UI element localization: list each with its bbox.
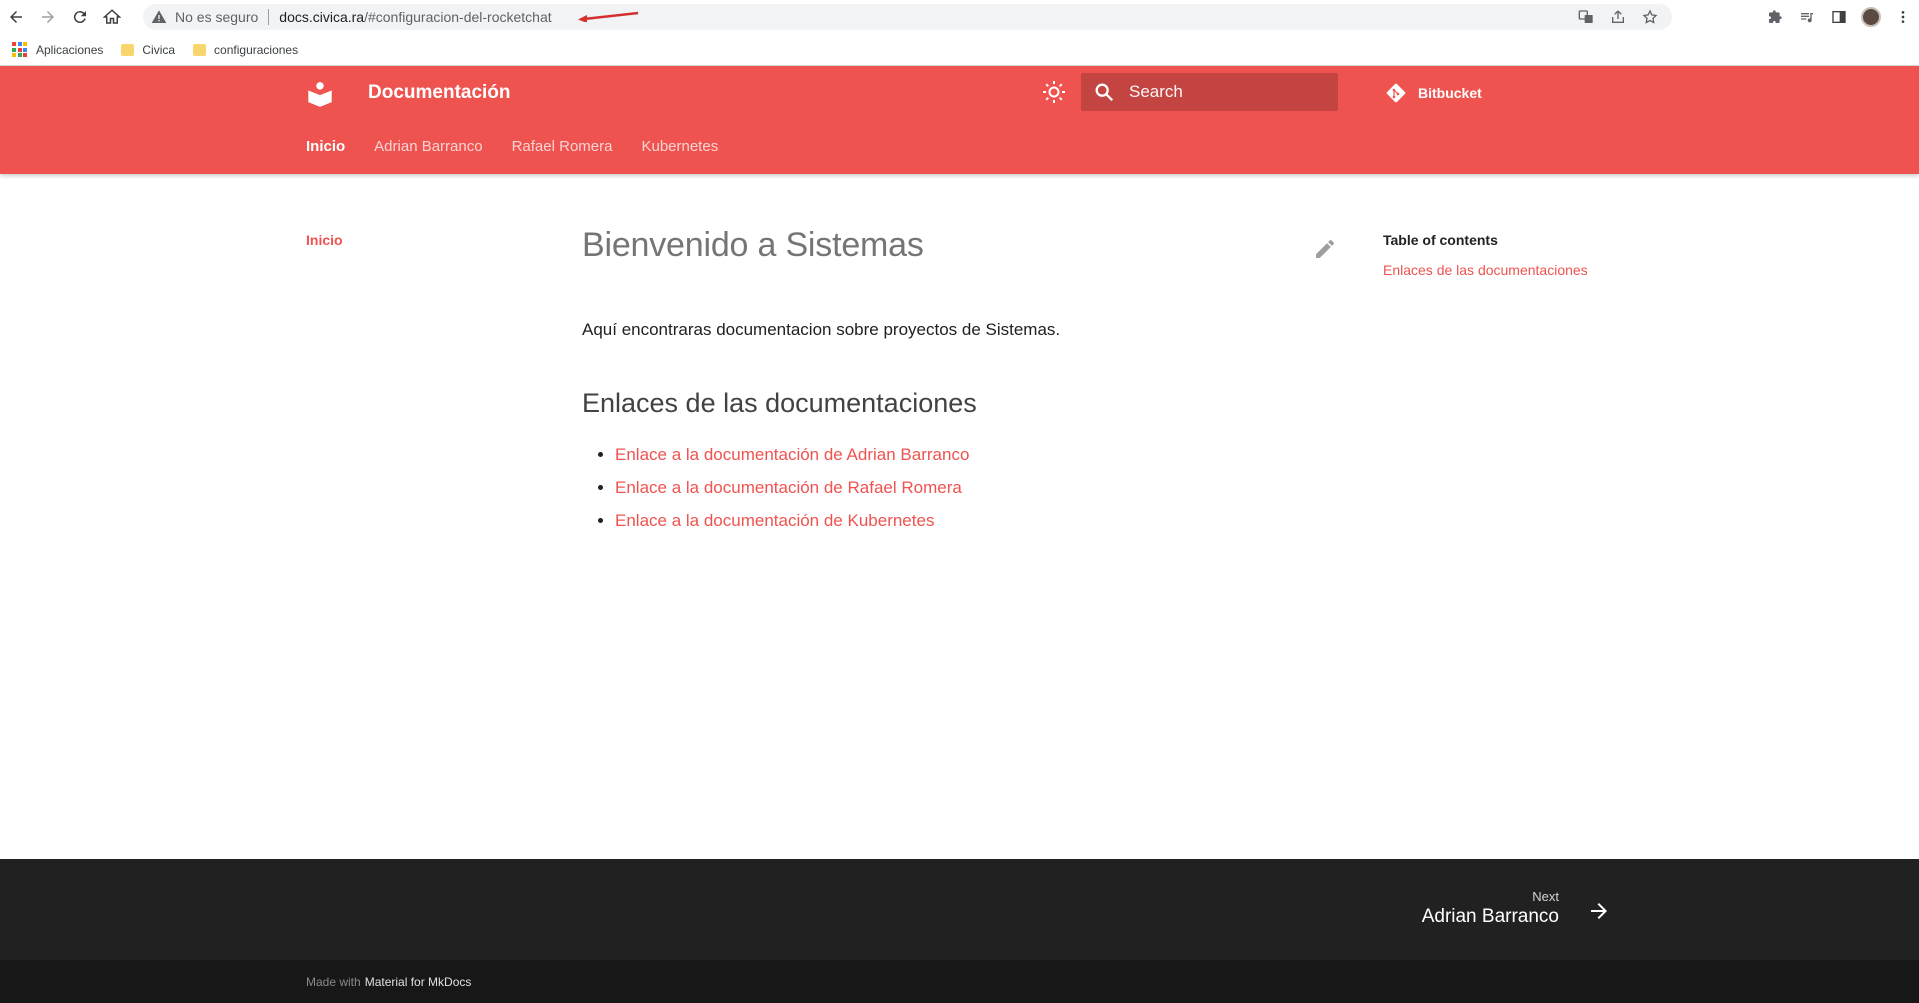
url-host: docs.civica.ra xyxy=(279,9,365,25)
star-icon xyxy=(1642,9,1658,24)
bookmark-civica[interactable]: Civica xyxy=(121,43,175,57)
folder-icon xyxy=(193,43,207,56)
extensions-button[interactable] xyxy=(1759,0,1791,34)
link-adrian-barranco[interactable]: Enlace a la documentación de Adrian Barr… xyxy=(615,445,969,464)
search-icon xyxy=(1095,83,1114,102)
table-of-contents: Table of contents Enlaces de las documen… xyxy=(1383,232,1588,278)
bookmark-star-button[interactable] xyxy=(1634,9,1666,25)
security-label[interactable]: No es seguro xyxy=(175,9,258,25)
page-title: Bienvenido a Sistemas xyxy=(582,226,924,264)
browser-actions xyxy=(1759,0,1919,34)
red-arrow-annotation xyxy=(578,11,639,22)
warning-icon xyxy=(151,10,167,23)
article: Bienvenido a Sistemas Aquí encontraras d… xyxy=(582,226,1342,544)
sun-theme-toggle-icon[interactable] xyxy=(1042,80,1066,104)
tab-rafael-romera[interactable]: Rafael Romera xyxy=(512,138,613,155)
address-bar[interactable]: No es seguro docs.civica.ra/#configuraci… xyxy=(143,4,1672,30)
list-item: Enlace a la documentación de Rafael Rome… xyxy=(615,478,1342,498)
link-kubernetes[interactable]: Enlace a la documentación de Kubernetes xyxy=(615,511,934,530)
tab-inicio[interactable]: Inicio xyxy=(306,138,345,155)
side-panel-button[interactable] xyxy=(1823,0,1855,34)
translate-button[interactable] xyxy=(1570,9,1602,25)
bookmark-label: Aplicaciones xyxy=(36,42,104,57)
book-logo-icon[interactable] xyxy=(306,80,334,108)
header-tabs: Inicio Adrian Barranco Rafael Romera Kub… xyxy=(306,138,747,155)
home-button[interactable] xyxy=(96,0,128,34)
back-button[interactable] xyxy=(0,0,32,34)
search-placeholder: Search xyxy=(1129,82,1183,101)
section-heading: Enlaces de las documentaciones xyxy=(582,388,977,418)
arrow-right-icon[interactable] xyxy=(1587,899,1611,923)
bookmark-apps[interactable]: Aplicaciones xyxy=(12,42,103,57)
translate-icon xyxy=(1578,10,1593,23)
forward-button[interactable] xyxy=(32,0,64,34)
site-header: Documentación Search Bitbucket Inicio Ad… xyxy=(0,66,1919,174)
site-title[interactable]: Documentación xyxy=(368,82,511,104)
bookmark-configuraciones[interactable]: configuraciones xyxy=(193,43,298,57)
next-page-link[interactable]: Next Adrian Barranco xyxy=(1422,889,1559,928)
side-panel-icon xyxy=(1832,11,1846,23)
repo-link[interactable]: Bitbucket xyxy=(1384,81,1482,105)
menu-button[interactable] xyxy=(1887,0,1919,34)
material-mkdocs-link[interactable]: Material for MkDocs xyxy=(365,975,472,989)
home-icon xyxy=(103,9,121,24)
reload-icon xyxy=(73,11,86,24)
toc-link-enlaces[interactable]: Enlaces de las documentaciones xyxy=(1383,262,1588,278)
address-divider xyxy=(268,9,270,25)
url-path: /#configuracion-del-rocketchat xyxy=(364,9,552,25)
footer-meta: Made with Material for MkDocs xyxy=(0,960,1919,1003)
more-vert-icon xyxy=(1901,11,1905,23)
bookmarks-bar: Aplicaciones Civica configuraciones xyxy=(0,34,1919,66)
bookmark-label: configuraciones xyxy=(214,42,299,57)
main-content: Inicio Bienvenido a Sistemas Aquí encont… xyxy=(0,174,1919,859)
share-icon xyxy=(1612,10,1624,23)
toc-title: Table of contents xyxy=(1383,232,1498,248)
tab-adrian-barranco[interactable]: Adrian Barranco xyxy=(374,138,482,155)
search-input[interactable]: Search xyxy=(1081,73,1338,111)
link-rafael-romera[interactable]: Enlace a la documentación de Rafael Rome… xyxy=(615,478,962,497)
list-item: Enlace a la documentación de Kubernetes xyxy=(615,511,1342,531)
repo-label: Bitbucket xyxy=(1418,85,1482,101)
sidebar-item-inicio[interactable]: Inicio xyxy=(306,232,343,248)
made-with-text: Made with xyxy=(306,974,361,989)
reload-button[interactable] xyxy=(64,0,96,34)
bookmark-label: Civica xyxy=(142,42,176,57)
profile-button[interactable] xyxy=(1855,0,1887,34)
queue-music-icon xyxy=(1801,13,1813,23)
doc-links-list: Enlace a la documentación de Adrian Barr… xyxy=(582,445,1342,531)
next-page-title: Adrian Barranco xyxy=(1421,906,1559,927)
footer-nav: Next Adrian Barranco xyxy=(0,859,1919,960)
git-icon xyxy=(1386,83,1406,103)
arrow-right-icon xyxy=(42,11,54,23)
footer: Next Adrian Barranco Made with Material … xyxy=(0,859,1919,1003)
list-item: Enlace a la documentación de Adrian Barr… xyxy=(615,445,1342,465)
tab-kubernetes[interactable]: Kubernetes xyxy=(641,138,718,155)
avatar xyxy=(1861,7,1881,27)
share-button[interactable] xyxy=(1602,9,1634,25)
next-direction-label: Next xyxy=(1532,889,1559,904)
intro-paragraph: Aquí encontraras documentacion sobre pro… xyxy=(582,320,1061,339)
address-actions xyxy=(1570,4,1666,30)
puzzle-icon xyxy=(1769,10,1782,23)
apps-grid-icon xyxy=(12,42,27,57)
arrow-left-icon xyxy=(10,11,22,23)
media-button[interactable] xyxy=(1791,0,1823,34)
browser-toolbar: No es seguro docs.civica.ra/#configuraci… xyxy=(0,0,1919,34)
folder-icon xyxy=(121,43,135,56)
